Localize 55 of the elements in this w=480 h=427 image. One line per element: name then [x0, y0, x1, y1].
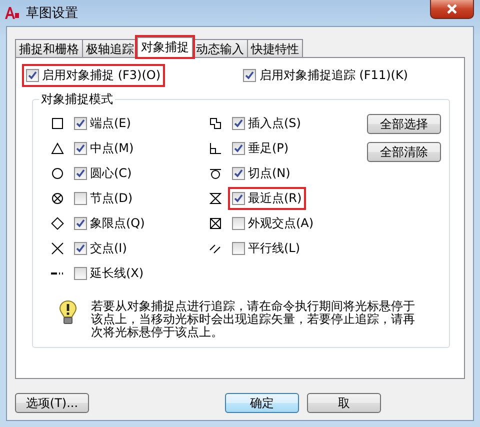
tangent-icon: [209, 166, 222, 180]
checkbox-option[interactable]: 圆心(C): [72, 164, 134, 182]
tab[interactable]: 极轴追踪: [82, 39, 138, 57]
checkbox-option[interactable]: 启用对象捕捉追踪 (F11)(K): [241, 66, 410, 85]
checkmark-icon: [75, 118, 86, 128]
dialog-button[interactable]: 确定: [225, 393, 299, 413]
diamond-icon: [51, 216, 64, 230]
checkmark-icon: [244, 70, 256, 81]
checkbox-option[interactable]: 插入点(S): [230, 114, 303, 132]
checkmark-icon: [233, 142, 244, 154]
checkbox-option[interactable]: 节点(D): [72, 188, 135, 208]
checkbox-option[interactable]: 启用对象捕捉 (F3)(O): [24, 66, 163, 85]
tab[interactable]: 对象捕捉: [137, 37, 193, 57]
checkmark-icon: [233, 192, 244, 204]
checkbox-option[interactable]: 交点(I): [72, 238, 129, 258]
checkbox-option[interactable]: 中点(M): [72, 138, 136, 158]
square-icon: [51, 116, 64, 130]
checkbox-option[interactable]: 最近点(R): [230, 188, 304, 208]
crossed-circle-icon: [51, 192, 64, 204]
dialog-button[interactable]: 选项(T)...: [15, 393, 89, 413]
circle-icon: [51, 166, 64, 180]
checkmark-icon: [75, 142, 86, 154]
tab[interactable]: 动态输入: [192, 39, 248, 57]
dialog-button[interactable]: 取: [307, 393, 381, 413]
app-logo-icon: [4, 6, 20, 20]
cross-icon: [51, 242, 64, 254]
parallel-lines-icon: [209, 242, 222, 254]
checkmark-icon: [233, 168, 244, 178]
checkmark-icon: [75, 218, 86, 228]
window-title: 草图设置: [26, 5, 78, 22]
checkbox-option[interactable]: 平行线(L): [230, 238, 302, 258]
perpendicular-icon: [209, 142, 222, 154]
group-title: 对象捕捉模式: [39, 91, 115, 108]
checkbox-option[interactable]: 外观交点(A): [230, 214, 316, 232]
checkmark-icon: [75, 242, 86, 254]
lightbulb-icon: [59, 300, 77, 326]
checkbox-option[interactable]: 延长线(X): [72, 264, 146, 282]
tab[interactable]: 快捷特性: [247, 39, 303, 57]
dialog-button[interactable]: 全部清除: [367, 142, 441, 162]
checkmark-icon: [233, 118, 244, 128]
insertion-icon: [209, 116, 222, 130]
crossed-square-icon: [209, 216, 222, 230]
close-button[interactable]: [430, 0, 474, 19]
info-text: 若要从对象捕捉点进行追踪，请在命令执行期间将光标悬停于该点上，当移动光标时会出现追踪矢量，若要停止追踪，请再次将光标悬停于该点上。: [91, 300, 416, 339]
checkbox-option[interactable]: 切点(N): [230, 164, 292, 182]
triangle-icon: [51, 142, 64, 154]
checkbox-option[interactable]: 垂足(P): [230, 138, 291, 158]
checkbox-option[interactable]: 端点(E): [72, 114, 133, 132]
checkbox-option[interactable]: 象限点(Q): [72, 214, 147, 232]
hourglass-icon: [209, 192, 222, 204]
checkmark-icon: [27, 70, 38, 81]
tab[interactable]: 捕捉和栅格: [15, 39, 83, 57]
checkmark-icon: [75, 168, 86, 178]
close-icon: [446, 4, 458, 14]
dialog-button[interactable]: 全部选择: [367, 114, 441, 134]
